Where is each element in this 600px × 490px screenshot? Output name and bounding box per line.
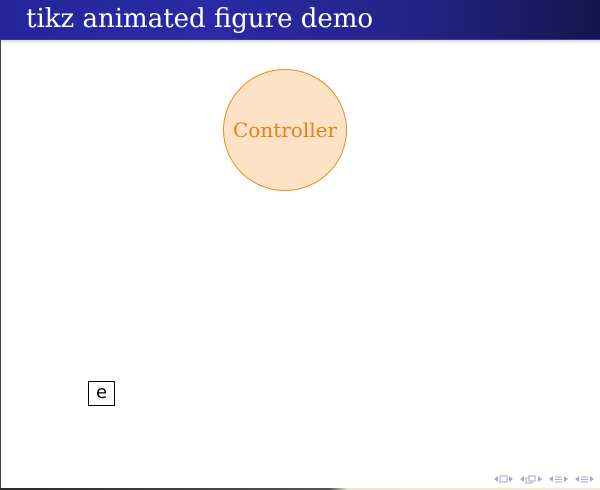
controller-label: Controller xyxy=(232,118,338,142)
prev-section-icon[interactable] xyxy=(575,476,579,482)
next-section-icon[interactable] xyxy=(590,476,594,482)
frame-title: tikz animated figure demo xyxy=(26,4,374,34)
slide-left-edge xyxy=(0,39,1,490)
next-frame-icon[interactable] xyxy=(538,476,542,482)
slide-nav[interactable] xyxy=(494,475,513,483)
slide-icon xyxy=(499,475,508,483)
beamer-navigation-bar xyxy=(494,472,594,486)
prev-slide-icon[interactable] xyxy=(494,476,498,482)
prev-subsection-icon[interactable] xyxy=(549,476,553,482)
section-nav[interactable] xyxy=(575,475,594,484)
next-subsection-icon[interactable] xyxy=(564,476,568,482)
next-slide-icon[interactable] xyxy=(509,476,513,482)
subsection-nav[interactable] xyxy=(549,475,568,484)
beamer-slide: tikz animated figure demo Controller e xyxy=(0,0,600,490)
controller-node: Controller xyxy=(223,69,347,191)
frame-nav[interactable] xyxy=(520,475,542,484)
error-label: e xyxy=(95,381,108,403)
frame-title-bar: tikz animated figure demo xyxy=(0,0,600,44)
error-node: e xyxy=(88,381,115,406)
prev-frame-icon[interactable] xyxy=(520,476,524,482)
subsection-icon xyxy=(554,475,563,484)
frame-icon xyxy=(525,475,537,484)
section-icon xyxy=(580,475,589,484)
